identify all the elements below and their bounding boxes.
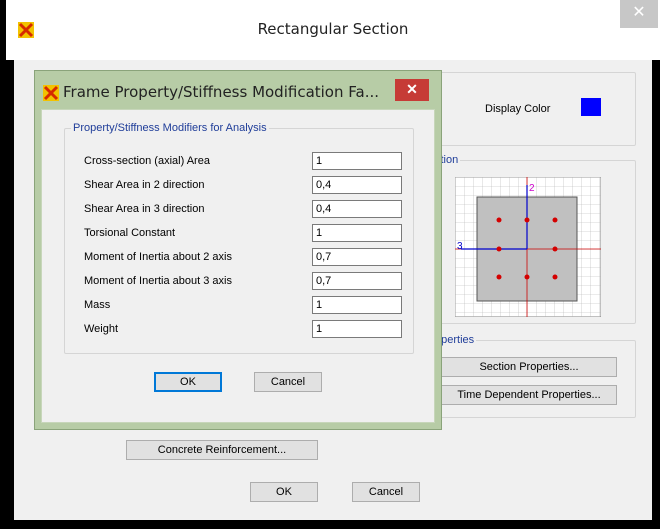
- dialog-title: Frame Property/Stiffness Modification Fa…: [63, 83, 380, 101]
- section-diagram: [455, 177, 601, 317]
- modifier-input[interactable]: 1: [312, 320, 402, 338]
- outer-window-title: Rectangular Section: [257, 20, 409, 38]
- outer-close-button[interactable]: ✕: [620, 0, 658, 28]
- modifier-input[interactable]: 0,7: [312, 248, 402, 266]
- axis-2-label: 2: [529, 183, 535, 194]
- modifier-input[interactable]: 1: [312, 152, 402, 170]
- dialog-ok-button[interactable]: OK: [154, 372, 222, 392]
- section-properties-button[interactable]: Section Properties...: [441, 357, 617, 377]
- dialog-close-button[interactable]: ✕: [395, 79, 429, 101]
- modifier-input[interactable]: 0,4: [312, 200, 402, 218]
- modifier-label: Moment of Inertia about 2 axis: [84, 251, 232, 263]
- close-icon: ✕: [406, 81, 418, 97]
- frame-property-modifiers-dialog: Frame Property/Stiffness Modification Fa…: [34, 70, 442, 430]
- modifier-label: Weight: [84, 323, 119, 335]
- properties-group: operties Section Properties... Time Depe…: [432, 334, 636, 418]
- time-dependent-properties-button[interactable]: Time Dependent Properties...: [441, 385, 617, 405]
- modifier-label: Moment of Inertia about 3 axis: [84, 275, 232, 287]
- modifier-label: Shear Area in 2 direction: [84, 179, 205, 191]
- outer-titlebar: Rectangular Section ✕: [6, 0, 660, 60]
- concrete-reinforcement-button[interactable]: Concrete Reinforcement...: [126, 440, 318, 460]
- display-color-swatch[interactable]: [581, 98, 601, 116]
- dialog-body: Property/Stiffness Modifiers for Analysi…: [41, 109, 435, 423]
- display-color-label: Display Color: [485, 103, 551, 115]
- close-icon: ✕: [632, 4, 646, 21]
- modifier-label: Torsional Constant: [84, 227, 176, 239]
- section-group: ction 2 3: [432, 154, 636, 324]
- outer-ok-button[interactable]: OK: [250, 482, 318, 502]
- display-color-group: Display Color: [432, 72, 636, 146]
- dialog-cancel-button[interactable]: Cancel: [254, 372, 322, 392]
- modifier-label: Mass: [84, 299, 111, 311]
- modifier-label: Shear Area in 3 direction: [84, 203, 205, 215]
- outer-cancel-button[interactable]: Cancel: [352, 482, 420, 502]
- modifiers-group-label: Property/Stiffness Modifiers for Analysi…: [71, 122, 269, 134]
- axis-3-label: 3: [457, 241, 463, 252]
- modifier-input[interactable]: 0,7: [312, 272, 402, 290]
- modifier-input[interactable]: 1: [312, 296, 402, 314]
- app-icon: [43, 85, 59, 101]
- modifier-input[interactable]: 1: [312, 224, 402, 242]
- modifier-label: Cross-section (axial) Area: [84, 155, 210, 167]
- modifier-input[interactable]: 0,4: [312, 176, 402, 194]
